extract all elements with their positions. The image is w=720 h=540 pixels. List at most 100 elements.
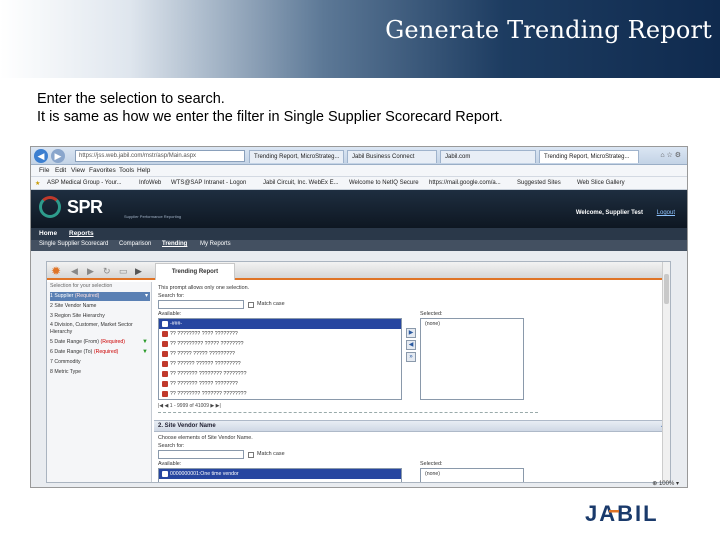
list-item-label: ?? ?????? ?????? ????????? bbox=[170, 361, 241, 367]
nav-home[interactable]: Home bbox=[39, 230, 57, 237]
prompt-label: 1 Supplier bbox=[50, 293, 74, 299]
favorites-star-icon[interactable]: ★ bbox=[35, 180, 40, 187]
list-item-label: 0000000001:One time vendor bbox=[170, 471, 239, 477]
section2-match-case-checkbox[interactable] bbox=[248, 452, 254, 458]
fav-link-3[interactable]: WTS@SAP Intranet - Logon bbox=[171, 180, 246, 186]
section2-available-list[interactable]: 0000000001:One time vendor bbox=[158, 468, 402, 482]
subnav-my-reports[interactable]: My Reports bbox=[200, 241, 231, 247]
app-subnav: Single Supplier Scorecard Comparison Tre… bbox=[31, 240, 687, 251]
export-icon[interactable]: ▭ bbox=[119, 265, 128, 277]
section2-header[interactable]: 2. Site Vendor Name ▲ bbox=[154, 420, 670, 432]
section2-available-label: Available: bbox=[158, 461, 182, 467]
forward-icon-small[interactable]: ▶ bbox=[87, 265, 94, 277]
prompt-detail-panel: This prompt allows only one selection. S… bbox=[154, 282, 670, 482]
fav-link-7[interactable]: Suggested Sites bbox=[517, 180, 561, 186]
menu-bar: File Edit View Favorites Tools Help bbox=[31, 165, 687, 177]
list-item[interactable]: ?? ???????? ??????? ???????? bbox=[159, 389, 401, 399]
fav-link-2[interactable]: InfoWeb bbox=[139, 180, 161, 186]
subnav-single-supplier[interactable]: Single Supplier Scorecard bbox=[39, 241, 108, 247]
browser-tab-2[interactable]: Jabil Business Connect bbox=[347, 150, 437, 163]
pager-first-icon[interactable]: |◀ ◀ bbox=[158, 403, 168, 409]
home-star-gear-icons[interactable]: ⌂ ☆ ⚙ bbox=[660, 151, 681, 159]
prompt-item-region[interactable]: 3 Region Site Hierarchy bbox=[50, 312, 150, 321]
scroll-thumb[interactable] bbox=[664, 274, 669, 304]
list-item[interactable]: ?? ???????? ???? ???????? bbox=[159, 329, 401, 339]
favorites-bar: ★ ASP Medical Group - Your... InfoWeb WT… bbox=[31, 177, 687, 190]
gear-icon[interactable]: ✹ bbox=[51, 264, 61, 278]
fav-link-6[interactable]: https://mail.google.com/a... bbox=[429, 180, 501, 186]
address-bar[interactable]: https://jss.web.jabil.com/mstr/asp/Main.… bbox=[75, 150, 245, 162]
list-item-label: ?? ???????? ???? ???????? bbox=[170, 331, 238, 337]
zoom-level[interactable]: ⊕ 100% ▾ bbox=[652, 480, 679, 487]
prompt-item-date-from[interactable]: 5 Date Range (From) (Required) ▼ bbox=[50, 338, 150, 347]
browser-tab-4[interactable]: Trending Report, MicroStrateg... bbox=[539, 150, 639, 163]
report-tab[interactable]: Trending Report bbox=[155, 263, 235, 280]
folder-icon[interactable]: ▶ bbox=[135, 265, 142, 277]
prompt-item-supplier[interactable]: 1 Supplier (Required) ▾ bbox=[50, 292, 150, 301]
reload-icon[interactable]: ↻ bbox=[103, 265, 111, 277]
element-icon bbox=[162, 391, 168, 397]
fav-link-1[interactable]: ASP Medical Group - Your... bbox=[47, 180, 122, 186]
section2-selected-list[interactable]: (none) bbox=[420, 468, 524, 482]
menu-file[interactable]: File bbox=[39, 167, 49, 174]
section1-intro: This prompt allows only one selection. bbox=[158, 285, 250, 291]
page-area: ✹ ◀ ▶ ↻ ▭ ▶ Trending Report Selection fo… bbox=[31, 251, 687, 487]
list-item[interactable]: -###- bbox=[159, 319, 401, 329]
remove-arrow-button[interactable]: ◀ bbox=[406, 340, 416, 350]
section1-search-input[interactable] bbox=[158, 300, 244, 309]
section1-search-label: Search for: bbox=[158, 293, 185, 299]
back-icon-small[interactable]: ◀ bbox=[71, 265, 78, 277]
element-icon bbox=[162, 371, 168, 377]
prompt-item-metric-type[interactable]: 8 Metric Type bbox=[50, 368, 150, 377]
check-icon: ▾ bbox=[144, 293, 148, 299]
required-tag: (Required) bbox=[74, 293, 100, 299]
vertical-scrollbar[interactable] bbox=[662, 262, 670, 482]
element-icon bbox=[162, 321, 168, 327]
prompt-item-date-to[interactable]: 6 Date Range (To) (Required) ▼ bbox=[50, 348, 150, 357]
browser-tab-1[interactable]: Trending Report, MicroStrateg... bbox=[249, 150, 344, 163]
section1-match-case-checkbox[interactable] bbox=[248, 302, 254, 308]
slide-title: Generate Trending Report bbox=[385, 16, 712, 44]
logout-link[interactable]: Logout bbox=[657, 210, 675, 216]
forward-icon[interactable]: ▶ bbox=[51, 149, 65, 163]
menu-favorites[interactable]: Favorites bbox=[89, 167, 116, 174]
list-item-label: ?? ??????? ????? ???????? bbox=[170, 381, 238, 387]
menu-tools[interactable]: Tools bbox=[119, 167, 134, 174]
list-item[interactable]: 0000000001:One time vendor bbox=[159, 469, 401, 479]
list-item[interactable]: ?? ????????? ????? ???????? bbox=[159, 339, 401, 349]
jabil-logo-accent bbox=[609, 510, 619, 513]
prompt-label: 5 Date Range (From) bbox=[50, 339, 100, 345]
back-icon[interactable]: ◀ bbox=[34, 149, 48, 163]
section1-available-list[interactable]: -###- ?? ???????? ???? ???????? ?? ?????… bbox=[158, 318, 402, 400]
add-arrow-button[interactable]: ▶ bbox=[406, 328, 416, 338]
pager-last-icon[interactable]: ▶ ▶| bbox=[210, 403, 220, 409]
nav-reports[interactable]: Reports bbox=[69, 230, 94, 237]
menu-help[interactable]: Help bbox=[137, 167, 150, 174]
subnav-comparison[interactable]: Comparison bbox=[119, 241, 151, 247]
menu-view[interactable]: View bbox=[71, 167, 85, 174]
prompt-item-site-vendor[interactable]: 2 Site Vendor Name bbox=[50, 302, 150, 311]
list-item[interactable]: ?? ?????? ?????? ????????? bbox=[159, 359, 401, 369]
add-all-button[interactable]: » bbox=[406, 352, 416, 362]
required-tag: (Required) bbox=[93, 349, 119, 355]
selected-none: (none) bbox=[425, 471, 440, 477]
section2-intro: Choose elements of Site Vendor Name. bbox=[158, 435, 253, 441]
browser-tab-3[interactable]: Jabil.com bbox=[440, 150, 536, 163]
list-item[interactable]: ?? ??????? ????? ???????? bbox=[159, 379, 401, 389]
section2-search-input[interactable] bbox=[158, 450, 244, 459]
section1-selected-list[interactable]: (none) bbox=[420, 318, 524, 400]
list-item-label: ?? ??????? ???????? ???????? bbox=[170, 371, 247, 377]
section2-title: 2. Site Vendor Name bbox=[158, 423, 216, 429]
list-item[interactable]: ?? ??????? ???????? ???????? bbox=[159, 369, 401, 379]
prompt-item-commodity[interactable]: 7 Commodity bbox=[50, 358, 150, 367]
subnav-trending[interactable]: Trending bbox=[162, 241, 187, 247]
list-item[interactable]: ?? ????? ????? ????????? bbox=[159, 349, 401, 359]
fav-link-8[interactable]: Web Slice Gallery bbox=[577, 180, 625, 186]
menu-edit[interactable]: Edit bbox=[55, 167, 66, 174]
section2-search-label: Search for: bbox=[158, 443, 185, 449]
fav-link-5[interactable]: Welcome to NetIQ Secure bbox=[349, 180, 419, 186]
fav-link-4[interactable]: Jabil Circuit, Inc. WebEx E... bbox=[263, 180, 339, 186]
prompt-item-division[interactable]: 4 Division, Customer, Market Sector Hier… bbox=[50, 322, 150, 338]
app-header: SPR Supplier Performance Reporting Welco… bbox=[31, 190, 687, 228]
section1-available-label: Available: bbox=[158, 311, 182, 317]
